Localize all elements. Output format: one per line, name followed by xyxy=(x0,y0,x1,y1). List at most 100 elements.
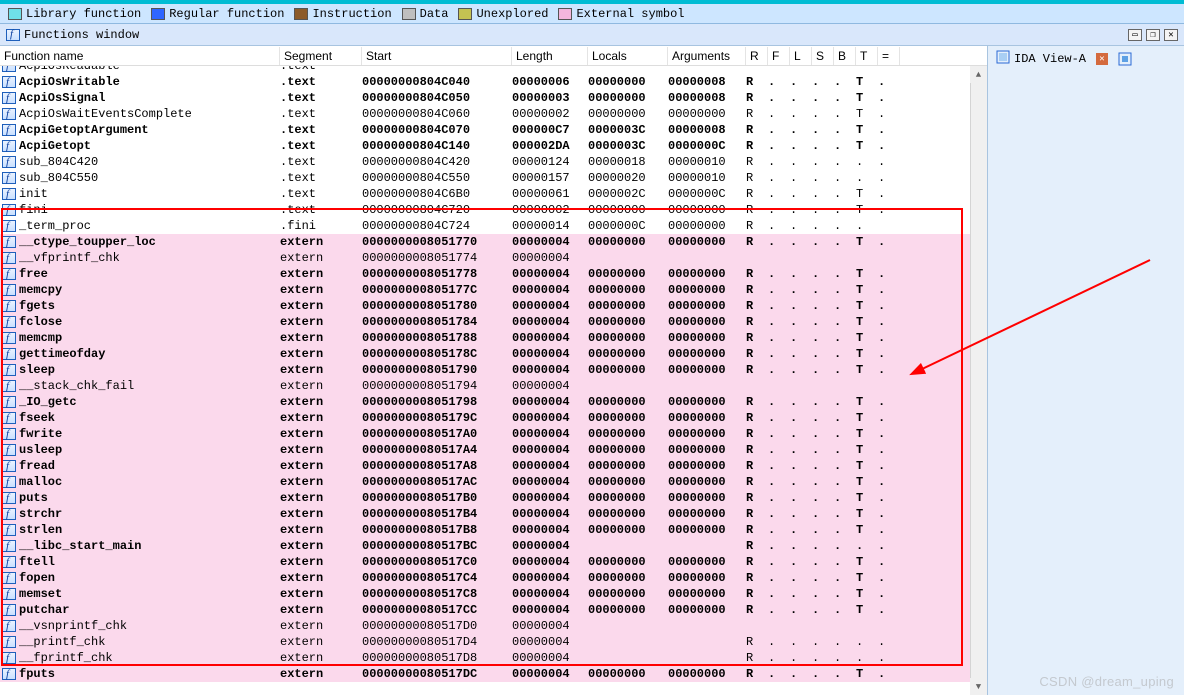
table-row[interactable]: _term_proc.fini00000000804C7240000001400… xyxy=(0,218,987,234)
table-row[interactable]: AcpiGetoptArgument.text00000000804C07000… xyxy=(0,122,987,138)
flag-cell: . xyxy=(790,459,812,473)
table-row[interactable]: fwriteextern00000000080517A0000000040000… xyxy=(0,426,987,442)
table-row[interactable]: sub_804C550.text00000000804C550000001570… xyxy=(0,170,987,186)
cell: 00000000 xyxy=(588,267,668,281)
table-row[interactable]: fputsextern00000000080517DC0000000400000… xyxy=(0,666,987,682)
cell: 00000000080517BC xyxy=(362,539,512,553)
flag-cell: . xyxy=(790,555,812,569)
column-header[interactable]: Arguments xyxy=(668,47,746,65)
cell: sleep xyxy=(19,363,280,377)
table-row[interactable]: AcpiOsWaitEventsComplete.text00000000804… xyxy=(0,106,987,122)
table-row[interactable]: memcpyextern000000000805177C000000040000… xyxy=(0,282,987,298)
table-row[interactable]: memsetextern00000000080517C8000000040000… xyxy=(0,586,987,602)
table-row[interactable]: __printf_chkextern00000000080517D4000000… xyxy=(0,634,987,650)
function-icon xyxy=(2,300,16,312)
flag-cell: . xyxy=(768,571,790,585)
table-row[interactable]: gettimeofdayextern000000000805178C000000… xyxy=(0,346,987,362)
cell: __ctype_toupper_loc xyxy=(19,235,280,249)
flag-cell: . xyxy=(878,667,900,681)
flag-cell: . xyxy=(834,571,856,585)
column-header[interactable]: Segment xyxy=(280,47,362,65)
ida-view-tab[interactable]: IDA View-A ✕ xyxy=(988,46,1184,72)
table-row[interactable]: init.text00000000804C6B0000000610000002C… xyxy=(0,186,987,202)
table-row[interactable]: putcharextern00000000080517CC00000004000… xyxy=(0,602,987,618)
column-header[interactable]: = xyxy=(878,47,900,65)
table-row[interactable]: mallocextern00000000080517AC000000040000… xyxy=(0,474,987,490)
flag-cell: R xyxy=(746,651,768,665)
column-header[interactable]: Length xyxy=(512,47,588,65)
table-row[interactable]: AcpiGetopt.text00000000804C140000002DA00… xyxy=(0,138,987,154)
tab-close-icon[interactable]: ✕ xyxy=(1096,53,1108,65)
scroll-down-button[interactable]: ▼ xyxy=(970,678,987,695)
table-row[interactable]: freeextern000000000805177800000004000000… xyxy=(0,266,987,282)
vertical-scrollbar[interactable]: ▲ ▼ xyxy=(970,66,987,695)
table-row[interactable]: memcmpextern0000000008051788000000040000… xyxy=(0,330,987,346)
flag-cell: . xyxy=(812,635,834,649)
cell: 00000000 xyxy=(588,203,668,217)
column-header[interactable]: T xyxy=(856,47,878,65)
table-row[interactable]: fgetsextern00000000080517800000000400000… xyxy=(0,298,987,314)
flag-cell: T xyxy=(856,235,878,249)
cell: AcpiGetopt xyxy=(19,139,280,153)
table-row[interactable]: AcpiOsReadable.text xyxy=(0,66,987,74)
table-row[interactable]: __fprintf_chkextern00000000080517D800000… xyxy=(0,650,987,666)
flag-cell: T xyxy=(856,555,878,569)
flag-cell: . xyxy=(878,475,900,489)
column-header[interactable]: Function name xyxy=(0,47,280,65)
window-undock-button[interactable]: ▭ xyxy=(1128,29,1142,41)
table-row[interactable]: _IO_getcextern00000000080517980000000400… xyxy=(0,394,987,410)
cell: __vfprintf_chk xyxy=(19,251,280,265)
functions-window-titlebar[interactable]: f Functions window ▭ ❐ ✕ xyxy=(0,24,1184,46)
table-row[interactable]: ftellextern00000000080517C00000000400000… xyxy=(0,554,987,570)
cell: 00000010 xyxy=(668,171,746,185)
flag-cell: . xyxy=(834,299,856,313)
table-row[interactable]: sleepextern00000000080517900000000400000… xyxy=(0,362,987,378)
table-row[interactable]: AcpiOsSignal.text00000000804C05000000003… xyxy=(0,90,987,106)
flag-cell: . xyxy=(812,283,834,297)
table-row[interactable]: __ctype_toupper_locextern000000000805177… xyxy=(0,234,987,250)
tab-restore-icon[interactable] xyxy=(1118,52,1132,66)
function-icon xyxy=(2,220,16,232)
scroll-up-button[interactable]: ▲ xyxy=(970,66,987,83)
flag-cell: . xyxy=(768,651,790,665)
table-row[interactable]: sub_804C420.text00000000804C420000001240… xyxy=(0,154,987,170)
table-row[interactable]: fseekextern000000000805179C0000000400000… xyxy=(0,410,987,426)
flag-cell: . xyxy=(812,107,834,121)
columns-header[interactable]: Function nameSegmentStartLengthLocalsArg… xyxy=(0,46,987,66)
cell: 00000004 xyxy=(512,587,588,601)
table-row[interactable]: fopenextern00000000080517C40000000400000… xyxy=(0,570,987,586)
flag-cell: . xyxy=(878,315,900,329)
flag-cell: R xyxy=(746,475,768,489)
column-header[interactable]: S xyxy=(812,47,834,65)
column-header[interactable]: L xyxy=(790,47,812,65)
column-header[interactable]: F xyxy=(768,47,790,65)
cell: 00000000 xyxy=(588,427,668,441)
table-row[interactable]: strchrextern00000000080517B4000000040000… xyxy=(0,506,987,522)
table-row[interactable]: freadextern00000000080517A80000000400000… xyxy=(0,458,987,474)
flag-cell: . xyxy=(878,363,900,377)
column-header[interactable]: B xyxy=(834,47,856,65)
window-restore-button[interactable]: ❐ xyxy=(1146,29,1160,41)
cell: 00000000080517B0 xyxy=(362,491,512,505)
column-header[interactable]: Start xyxy=(362,47,512,65)
table-row[interactable]: __vfprintf_chkextern00000000080517740000… xyxy=(0,250,987,266)
window-close-button[interactable]: ✕ xyxy=(1164,29,1178,41)
function-icon: f xyxy=(6,29,20,41)
flag-cell: R xyxy=(746,411,768,425)
table-row[interactable]: putsextern00000000080517B000000004000000… xyxy=(0,490,987,506)
flag-cell: . xyxy=(834,155,856,169)
table-row[interactable]: __vsnprintf_chkextern00000000080517D0000… xyxy=(0,618,987,634)
cell: 00000000804C720 xyxy=(362,203,512,217)
table-row[interactable]: AcpiOsWritable.text00000000804C040000000… xyxy=(0,74,987,90)
column-header[interactable]: R xyxy=(746,47,768,65)
table-row[interactable]: fini.text00000000804C7200000000200000000… xyxy=(0,202,987,218)
table-row[interactable]: usleepextern00000000080517A4000000040000… xyxy=(0,442,987,458)
flag-cell: . xyxy=(768,267,790,281)
table-row[interactable]: __stack_chk_failextern000000000805179400… xyxy=(0,378,987,394)
table-row[interactable]: strlenextern00000000080517B8000000040000… xyxy=(0,522,987,538)
column-header[interactable]: Locals xyxy=(588,47,668,65)
cell: extern xyxy=(280,555,362,569)
table-row[interactable]: fcloseextern0000000008051784000000040000… xyxy=(0,314,987,330)
cell: 00000000 xyxy=(588,667,668,681)
table-row[interactable]: __libc_start_mainextern00000000080517BC0… xyxy=(0,538,987,554)
